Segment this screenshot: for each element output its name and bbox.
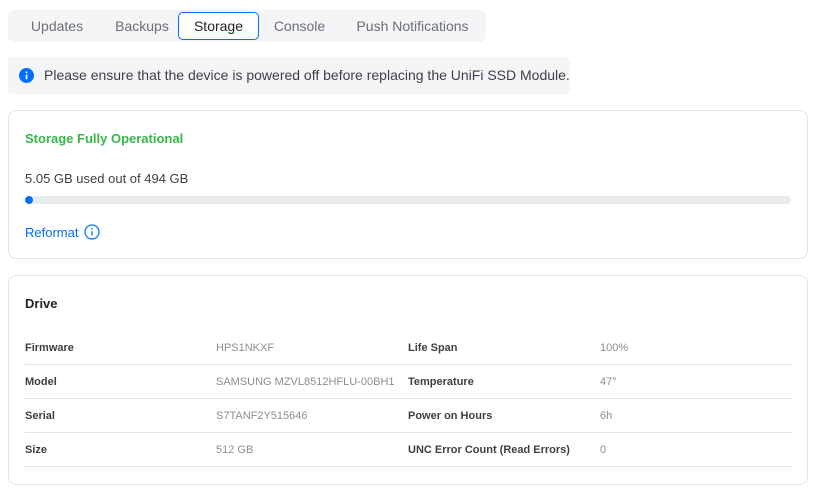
storage-card: Storage Fully Operational 5.05 GB used o… <box>8 110 808 259</box>
drive-label: Power on Hours <box>408 410 493 422</box>
drive-row-unc-error-count: UNC Error Count (Read Errors) 0 <box>408 433 792 467</box>
drive-label: Firmware <box>25 342 74 354</box>
settings-tab-bar: Updates Backups Storage Console Push Not… <box>8 10 486 42</box>
drive-card: Drive Firmware HPS1NKXF Model SAMSUNG MZ… <box>8 275 808 485</box>
info-notice: Please ensure that the device is powered… <box>8 57 570 94</box>
drive-value: 6h <box>600 410 613 422</box>
tab-push-notifications[interactable]: Push Notifications <box>345 12 480 40</box>
storage-usage-text: 5.05 GB used out of 494 GB <box>25 171 189 186</box>
reformat-button[interactable]: Reformat <box>25 224 101 240</box>
storage-usage-bar-fill <box>25 196 33 204</box>
drive-label: Temperature <box>408 376 474 388</box>
drive-title: Drive <box>25 296 58 311</box>
reformat-label: Reformat <box>25 224 79 240</box>
drive-label: Serial <box>25 410 55 422</box>
drive-row-serial: Serial S7TANF2Y515646 <box>25 399 408 433</box>
info-icon <box>19 68 34 83</box>
drive-value: SAMSUNG MZVL8512HFLU-00BH1 <box>216 376 395 388</box>
drive-row-size: Size 512 GB <box>25 433 408 467</box>
tab-backups[interactable]: Backups <box>100 12 184 40</box>
drive-value: 512 GB <box>216 444 254 456</box>
info-circle-icon[interactable] <box>84 224 101 240</box>
drive-label: UNC Error Count (Read Errors) <box>408 444 570 456</box>
tab-console[interactable]: Console <box>264 12 335 40</box>
storage-status: Storage Fully Operational <box>25 131 184 146</box>
drive-value: HPS1NKXF <box>216 342 275 354</box>
drive-row-firmware: Firmware HPS1NKXF <box>25 331 408 365</box>
storage-usage-bar <box>25 196 791 204</box>
drive-row-life-span: Life Span 100% <box>408 331 792 365</box>
drive-value: S7TANF2Y515646 <box>216 410 308 422</box>
drive-label: Life Span <box>408 342 458 354</box>
drive-value: 0 <box>600 444 607 456</box>
tab-updates[interactable]: Updates <box>14 12 100 40</box>
drive-row-temperature: Temperature 47° <box>408 365 792 399</box>
tab-storage[interactable]: Storage <box>178 12 259 40</box>
notice-text: Please ensure that the device is powered… <box>44 67 570 83</box>
drive-row-model: Model SAMSUNG MZVL8512HFLU-00BH1 <box>25 365 408 399</box>
drive-value: 100% <box>600 342 629 354</box>
drive-label: Size <box>25 444 48 456</box>
drive-value: 47° <box>600 376 617 388</box>
drive-row-power-on-hours: Power on Hours 6h <box>408 399 792 433</box>
drive-label: Model <box>25 376 57 388</box>
